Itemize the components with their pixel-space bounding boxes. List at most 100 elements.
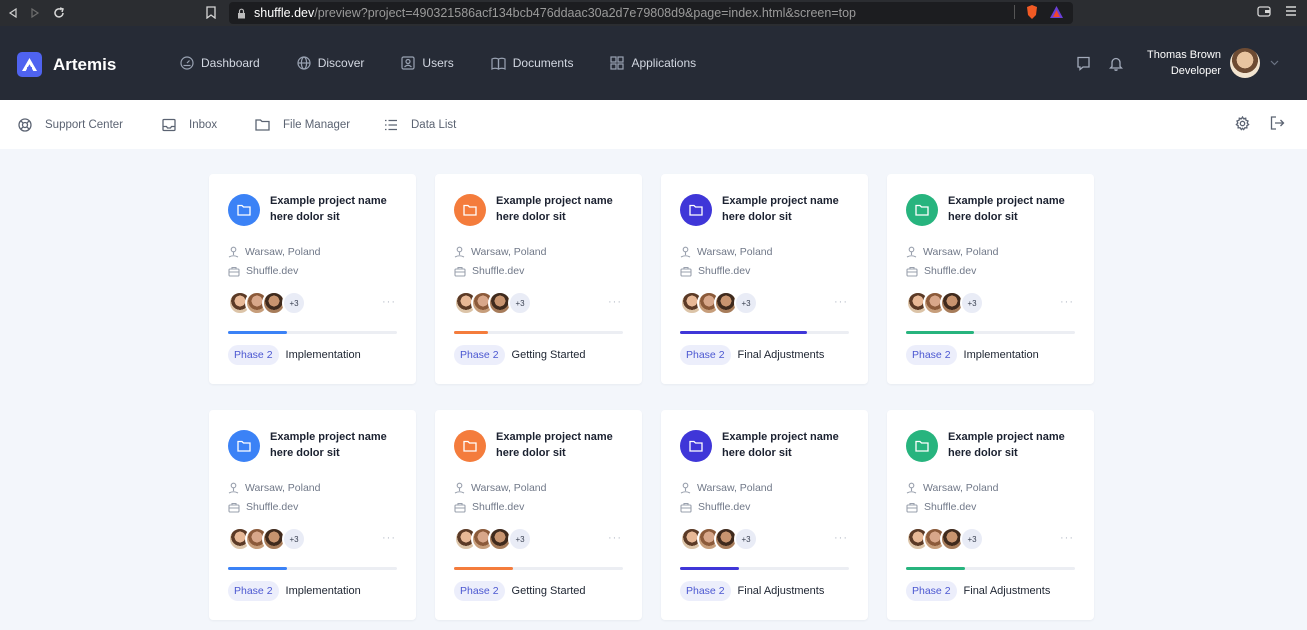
project-title[interactable]: Example project name here dolor sit [496,193,626,225]
nav-item-discover[interactable]: Discover [297,56,365,70]
more-options-icon[interactable]: ··· [1060,296,1074,308]
bookmark-icon[interactable] [206,6,216,19]
project-company: Shuffle.dev [906,501,976,513]
project-title[interactable]: Example project name here dolor sit [948,429,1078,461]
stage-label: Final Adjustments [737,585,825,597]
progress-fill [906,331,974,334]
chevron-down-icon[interactable] [1270,60,1279,66]
project-card[interactable]: Example project name here dolor sit Wars… [887,410,1094,620]
project-title[interactable]: Example project name here dolor sit [496,429,626,461]
project-card[interactable]: Example project name here dolor sit Wars… [887,174,1094,384]
project-title[interactable]: Example project name here dolor sit [270,429,400,461]
brave-shield-icon[interactable] [1025,4,1039,20]
more-options-icon[interactable]: ··· [608,532,622,544]
reload-icon[interactable] [48,2,70,24]
nav-item-applications[interactable]: Applications [610,56,696,70]
project-status: Phase 2 Implementation [906,345,1039,365]
brave-rewards-icon[interactable] [1049,5,1064,19]
address-bar[interactable]: shuffle.dev/preview?project=490321586acf… [229,2,1073,24]
bell-icon[interactable] [1109,56,1124,71]
location-text: Warsaw, Poland [923,246,999,258]
nav-label: Discover [317,56,365,70]
project-card[interactable]: Example project name here dolor sit Wars… [435,410,642,620]
logo-icon [17,52,42,77]
more-options-icon[interactable]: ··· [382,532,396,544]
subnav-item-inbox[interactable]: Inbox [162,118,217,132]
project-card[interactable]: Example project name here dolor sit Wars… [661,410,868,620]
project-location: Warsaw, Poland [228,482,320,494]
logout-icon[interactable] [1270,116,1285,131]
project-icon-circle [906,194,938,226]
team-avatars[interactable]: +3 [454,527,532,551]
subnav-item-support-center[interactable]: Support Center [18,117,123,132]
project-location: Warsaw, Poland [906,246,998,258]
project-status: Phase 2 Implementation [228,581,361,601]
team-avatars[interactable]: +3 [454,291,532,315]
project-icon-circle [454,194,486,226]
briefcase-icon [906,502,918,513]
project-status: Phase 2 Getting Started [454,345,586,365]
nav-label: Applications [631,56,697,70]
stage-label: Getting Started [511,585,586,597]
progress-fill [228,331,288,334]
project-card[interactable]: Example project name here dolor sit Wars… [209,174,416,384]
location-pin-icon [454,482,465,494]
more-options-icon[interactable]: ··· [608,296,622,308]
project-title[interactable]: Example project name here dolor sit [948,193,1078,225]
progress-fill [454,331,488,334]
project-card[interactable]: Example project name here dolor sit Wars… [435,174,642,384]
more-options-icon[interactable]: ··· [834,532,848,544]
subnav-item-file-manager[interactable]: File Manager [255,118,350,131]
nav-item-dashboard[interactable]: Dashboard [180,56,260,70]
project-title[interactable]: Example project name here dolor sit [722,429,852,461]
project-card[interactable]: Example project name here dolor sit Wars… [209,410,416,620]
team-avatars[interactable]: +3 [680,291,758,315]
company-text: Shuffle.dev [246,501,299,513]
subnav-label: Support Center [45,118,123,131]
phase-badge: Phase 2 [228,581,279,601]
more-options-icon[interactable]: ··· [1060,532,1074,544]
phase-badge: Phase 2 [228,345,279,365]
chat-icon[interactable] [1076,56,1091,71]
globe-icon [297,56,311,70]
wallet-icon[interactable] [1257,4,1271,18]
forward-icon[interactable] [24,2,46,24]
company-text: Shuffle.dev [246,265,299,277]
project-card[interactable]: Example project name here dolor sit Wars… [661,174,868,384]
avatar[interactable] [1230,48,1260,78]
team-avatars[interactable]: +3 [906,527,984,551]
more-options-icon[interactable]: ··· [382,296,396,308]
project-status: Phase 2 Final Adjustments [680,345,824,365]
nav-item-documents[interactable]: Documents [491,56,573,70]
stage-label: Implementation [963,349,1039,361]
project-status: Phase 2 Final Adjustments [680,581,824,601]
location-pin-icon [906,246,917,258]
user-role: Developer [1170,65,1221,77]
folder-icon [915,440,929,452]
project-company: Shuffle.dev [228,265,298,277]
team-avatars[interactable]: +3 [228,291,306,315]
browser-toolbar: shuffle.dev/preview?project=490321586acf… [0,0,1307,26]
company-text: Shuffle.dev [698,265,751,277]
project-location: Warsaw, Poland [680,246,772,258]
more-members-badge: +3 [508,291,532,315]
team-avatars[interactable]: +3 [228,527,306,551]
team-avatars[interactable]: +3 [906,291,984,315]
brand[interactable]: Artemis [17,52,116,77]
settings-icon[interactable] [1235,116,1250,131]
project-title[interactable]: Example project name here dolor sit [270,193,400,225]
progress-bar [680,331,849,334]
more-members-badge: +3 [282,527,306,551]
location-text: Warsaw, Poland [245,482,321,494]
user-info[interactable]: Thomas Brown Developer [1147,47,1221,79]
more-options-icon[interactable]: ··· [834,296,848,308]
menu-icon[interactable] [1285,4,1297,18]
back-icon[interactable] [2,2,24,24]
subnav-item-data-list[interactable]: Data List [384,119,456,131]
progress-fill [906,567,966,570]
progress-bar [454,331,623,334]
nav-item-users[interactable]: Users [401,56,454,70]
team-avatars[interactable]: +3 [680,527,758,551]
project-title[interactable]: Example project name here dolor sit [722,193,852,225]
folder-icon [689,440,703,452]
